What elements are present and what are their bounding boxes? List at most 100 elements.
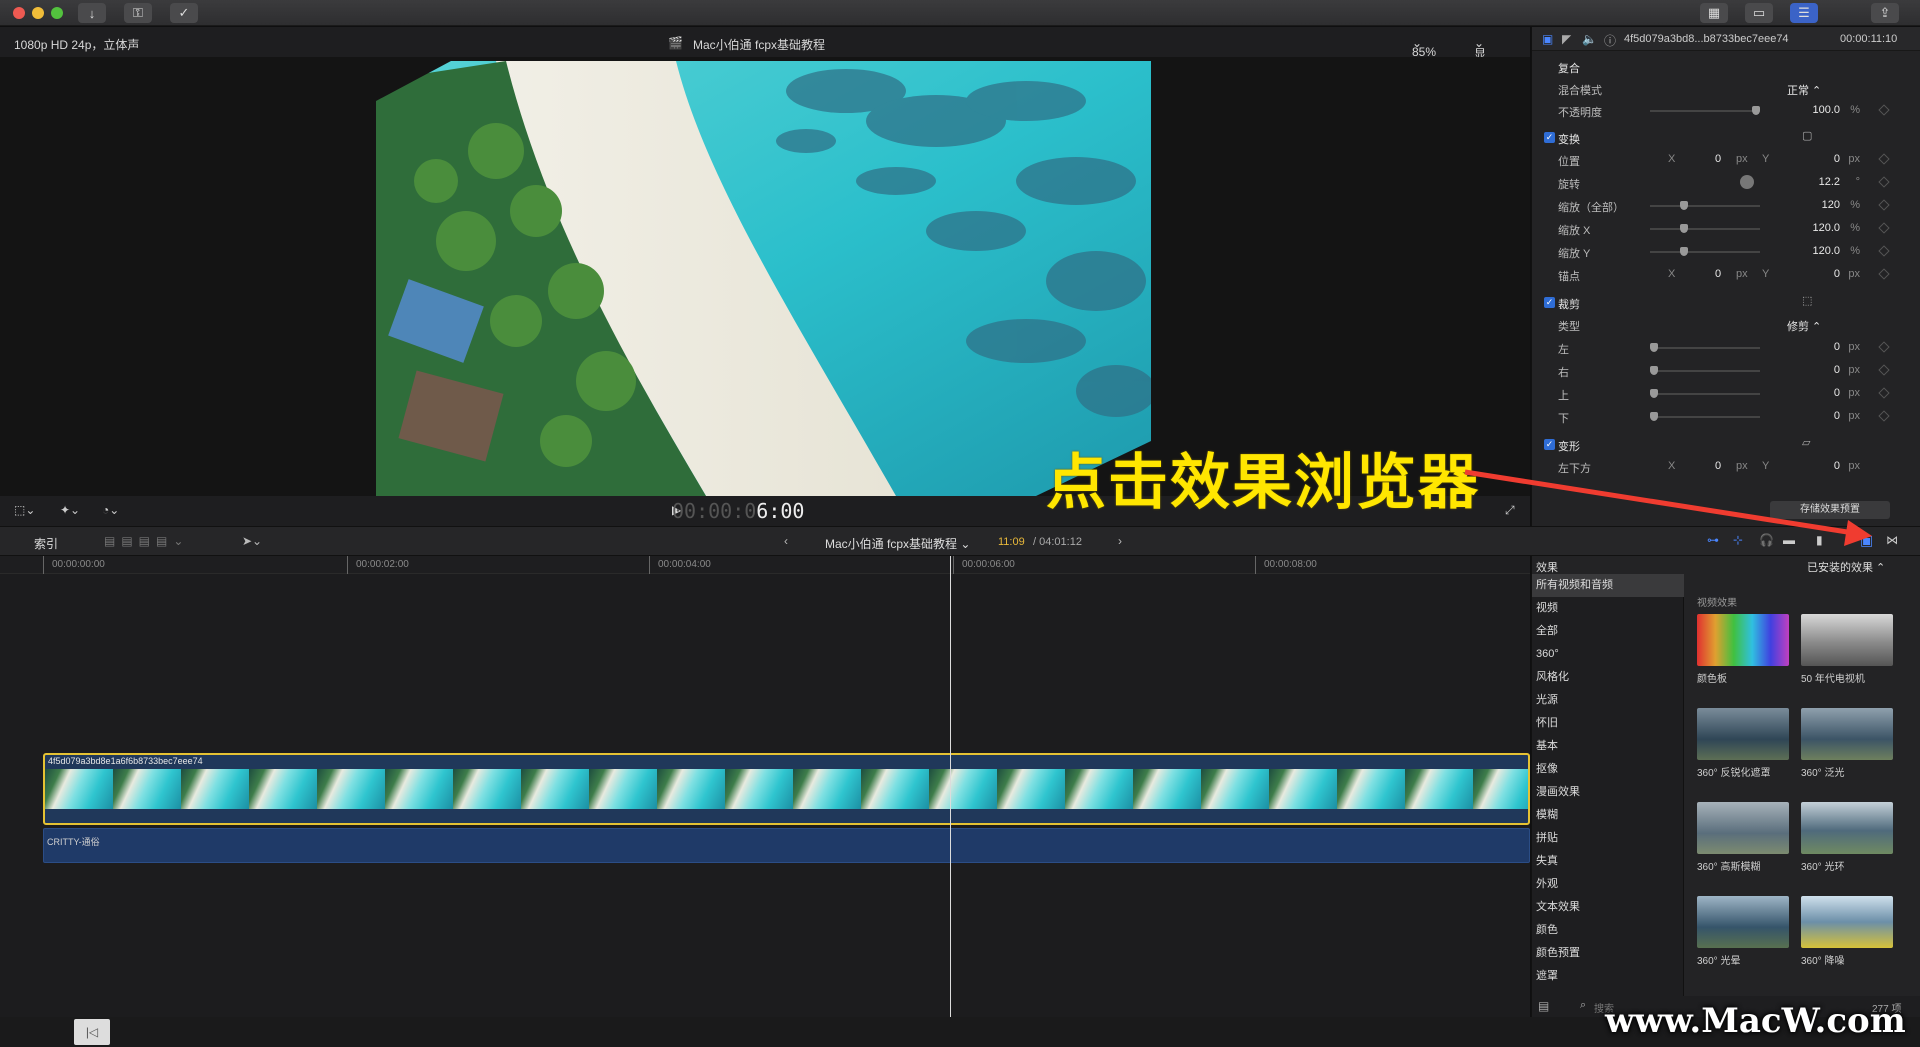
effects-category-item[interactable]: 遮罩	[1532, 965, 1684, 988]
crop-right-keyframe-button[interactable]	[1878, 364, 1890, 376]
audio-clip[interactable]: CRITTY-通俗	[43, 828, 1530, 863]
installed-effects-menu[interactable]: 已安装的效果 ⌃	[1807, 559, 1885, 575]
crop-onscreen-icon[interactable]: ⬚	[1802, 294, 1812, 307]
crop-top-keyframe-button[interactable]	[1878, 387, 1890, 399]
crop-top-knob[interactable]	[1650, 389, 1658, 398]
effects-category-item[interactable]: 风格化	[1532, 666, 1684, 689]
crop-left-slider[interactable]	[1650, 343, 1760, 352]
timeline-ruler[interactable]: 00:00:00:00 00:00:02:00 00:00:04:00 00:0…	[0, 556, 1530, 574]
effects-category-item[interactable]: 基本	[1532, 735, 1684, 758]
close-window-button[interactable]	[13, 7, 25, 19]
show-browser-button[interactable]: ▦	[1700, 3, 1728, 23]
crop-bottom-slider[interactable]	[1650, 412, 1760, 421]
collapse-icon[interactable]: |◁	[74, 1019, 110, 1045]
crop-bottom-keyframe-button[interactable]	[1878, 410, 1890, 422]
position-keyframe-button[interactable]	[1878, 153, 1890, 165]
scale-x-knob[interactable]	[1680, 224, 1688, 233]
scale-all-knob[interactable]	[1680, 201, 1688, 210]
crop-left-keyframe-button[interactable]	[1878, 341, 1890, 353]
anchor-y-value[interactable]: 0	[1834, 268, 1840, 280]
background-tasks-button[interactable]: ✓	[170, 3, 198, 23]
crop-right-knob[interactable]	[1650, 366, 1658, 375]
position-y-value[interactable]: 0	[1834, 153, 1840, 165]
scale-y-knob[interactable]	[1680, 247, 1688, 256]
timeline-project-title[interactable]: Mac小伯通 fcpx基础教程 ⌄	[825, 535, 970, 552]
effect-item[interactable]: 360° 降噪	[1801, 896, 1893, 967]
crop-type-select[interactable]: 修剪 ⌃	[1787, 318, 1821, 334]
effects-category-item[interactable]: 漫画效果	[1532, 781, 1684, 804]
effects-category-item[interactable]: 全部	[1532, 620, 1684, 643]
crop-checkbox[interactable]: ✓	[1544, 297, 1555, 308]
effects-category-item[interactable]: 外观	[1532, 873, 1684, 896]
playhead[interactable]	[950, 556, 951, 1019]
transform-checkbox[interactable]: ✓	[1544, 132, 1555, 143]
distort-onscreen-icon[interactable]: ▱	[1802, 436, 1810, 449]
sidebar-toggle-icon[interactable]: ▤	[1538, 999, 1549, 1013]
crop-right-slider[interactable]	[1650, 366, 1760, 375]
rotation-value[interactable]: 12.2	[1819, 176, 1840, 188]
effects-category-item[interactable]: 颜色预置	[1532, 942, 1684, 965]
effects-category-item[interactable]: 360°	[1532, 643, 1684, 666]
opacity-slider[interactable]	[1650, 106, 1760, 115]
scale-y-value[interactable]: 120.0	[1812, 245, 1840, 257]
crop-bottom-knob[interactable]	[1650, 412, 1658, 421]
effects-category-item[interactable]: 颜色	[1532, 919, 1684, 942]
zoom-menu[interactable]: 85% ⌄	[1412, 36, 1436, 59]
transitions-browser-icon[interactable]: ⋈	[1886, 533, 1898, 547]
crop-top-slider[interactable]	[1650, 389, 1760, 398]
effects-category-item[interactable]: 抠像	[1532, 758, 1684, 781]
effect-item[interactable]: 360° 光环	[1801, 802, 1893, 873]
scale-x-slider[interactable]	[1650, 224, 1760, 233]
transform-onscreen-icon[interactable]: ▢	[1802, 129, 1812, 142]
scale-all-value[interactable]: 120	[1822, 199, 1840, 211]
audio-inspector-icon[interactable]: 🔈	[1582, 32, 1597, 46]
forward-arrow-icon[interactable]: ›	[1118, 534, 1122, 548]
scale-y-slider[interactable]	[1650, 247, 1760, 256]
effect-item[interactable]: 360° 反锐化遮罩	[1697, 708, 1789, 779]
opacity-value[interactable]: 100.0	[1812, 104, 1840, 116]
show-timeline-button[interactable]: ▭	[1745, 3, 1773, 23]
share-button[interactable]: ⇪	[1871, 3, 1899, 23]
enhance-menu[interactable]: ✦⌄	[60, 503, 80, 517]
effect-item[interactable]: 颜色板	[1697, 614, 1789, 685]
transform-tool-menu[interactable]: ⬚⌄	[14, 503, 35, 517]
minimize-window-button[interactable]	[32, 7, 44, 19]
effects-category-item[interactable]: 拼贴	[1532, 827, 1684, 850]
anchor-x-value[interactable]: 0	[1715, 268, 1721, 280]
effects-category-item[interactable]: 失真	[1532, 850, 1684, 873]
scale-all-keyframe-button[interactable]	[1878, 199, 1890, 211]
keywords-button[interactable]: ⚿	[124, 3, 152, 23]
effects-category-item[interactable]: 模糊	[1532, 804, 1684, 827]
blend-mode-select[interactable]: 正常 ⌃	[1787, 82, 1821, 98]
import-button[interactable]: ↓	[78, 3, 106, 23]
scale-all-slider[interactable]	[1650, 201, 1760, 210]
retime-menu[interactable]: ◔⌄	[102, 503, 119, 517]
opacity-keyframe-button[interactable]	[1878, 104, 1890, 116]
crop-bottom-value[interactable]: 0	[1834, 410, 1840, 422]
zoom-window-button[interactable]	[51, 7, 63, 19]
effect-item[interactable]: 360° 光晕	[1697, 896, 1789, 967]
edit-buttons[interactable]: ▤▤▤▤⌄	[104, 534, 189, 548]
effect-item[interactable]: 360° 高斯模糊	[1697, 802, 1789, 873]
effects-category-item[interactable]: 视频	[1532, 597, 1684, 620]
back-arrow-icon[interactable]: ‹	[784, 534, 788, 548]
display-menu[interactable]: 显示 ⌄	[1474, 36, 1486, 78]
video-clip[interactable]: 4f5d079a3bd8e1a6f6b8733bec7eee74	[43, 753, 1530, 825]
distort-checkbox[interactable]: ✓	[1544, 439, 1555, 450]
position-x-value[interactable]: 0	[1715, 153, 1721, 165]
color-inspector-icon[interactable]: ◤	[1562, 32, 1571, 46]
scale-y-keyframe-button[interactable]	[1878, 245, 1890, 257]
index-button[interactable]: 索引	[34, 535, 58, 552]
effects-category-item[interactable]: 怀旧	[1532, 712, 1684, 735]
show-inspector-button[interactable]: ☰	[1790, 3, 1818, 23]
rotation-dial[interactable]	[1740, 175, 1754, 189]
video-inspector-icon[interactable]: ▣	[1542, 32, 1553, 46]
effect-item[interactable]: 360° 泛光	[1801, 708, 1893, 779]
scale-x-value[interactable]: 120.0	[1812, 222, 1840, 234]
scale-x-keyframe-button[interactable]	[1878, 222, 1890, 234]
info-inspector-icon[interactable]: ⓘ	[1604, 32, 1616, 49]
crop-left-knob[interactable]	[1650, 343, 1658, 352]
opacity-knob[interactable]	[1752, 106, 1760, 115]
rotation-keyframe-button[interactable]	[1878, 176, 1890, 188]
select-tool-menu[interactable]: ➤⌄	[242, 534, 262, 548]
